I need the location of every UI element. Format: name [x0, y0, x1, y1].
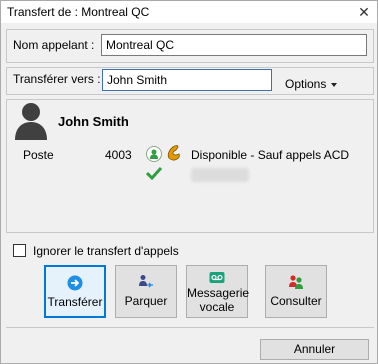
divider — [6, 327, 374, 328]
extension-value: 4003 — [105, 148, 132, 162]
park-button-label: Parquer — [124, 294, 168, 308]
poste-label: Poste — [23, 148, 54, 162]
voicemail-button[interactable]: Messagerie vocale — [186, 265, 250, 318]
user-avatar-icon — [15, 103, 47, 140]
close-button[interactable]: ✕ — [355, 3, 373, 21]
arrow-right-circle-icon — [67, 275, 83, 291]
caller-label: Nom appelant : — [13, 38, 95, 52]
voicemail-button-label-line1: Messagerie — [187, 286, 250, 300]
window-title: Transfert de : Montreal QC — [7, 5, 150, 19]
checkmark-icon — [146, 166, 162, 180]
chevron-down-icon — [331, 82, 338, 87]
transfer-button-label: Transférer — [47, 295, 103, 309]
status-text: Disponible - Sauf appels ACD — [191, 148, 350, 162]
park-button[interactable]: Parquer — [115, 265, 177, 318]
consult-button-label: Consulter — [270, 294, 322, 308]
caller-name-field[interactable]: Montreal QC — [101, 34, 367, 56]
ignore-forward-label: Ignorer le transfert d'appels — [33, 244, 179, 258]
transfer-to-input[interactable]: John Smith — [102, 69, 272, 91]
phone-icon — [167, 145, 180, 161]
voicemail-icon — [209, 272, 225, 283]
voicemail-button-label-line2: vocale — [199, 300, 235, 314]
park-icon — [139, 275, 153, 288]
cancel-button[interactable]: Annuler — [260, 339, 369, 360]
title-bar: Transfert de : Montreal QC ✕ — [1, 1, 377, 23]
options-dropdown[interactable]: Options — [285, 77, 338, 91]
redacted-number — [191, 168, 249, 182]
options-label: Options — [285, 77, 327, 91]
transfer-dialog: Transfert de : Montreal QC ✕ Nom appelan… — [0, 0, 378, 364]
consult-icon — [289, 275, 303, 289]
contact-name: John Smith — [58, 114, 129, 129]
ignore-forward-checkbox[interactable] — [13, 244, 26, 257]
presence-icon — [146, 146, 162, 162]
consult-button[interactable]: Consulter — [265, 265, 327, 318]
transfer-button[interactable]: Transférer — [44, 265, 106, 318]
transfer-to-label: Transférer vers : — [13, 72, 101, 86]
